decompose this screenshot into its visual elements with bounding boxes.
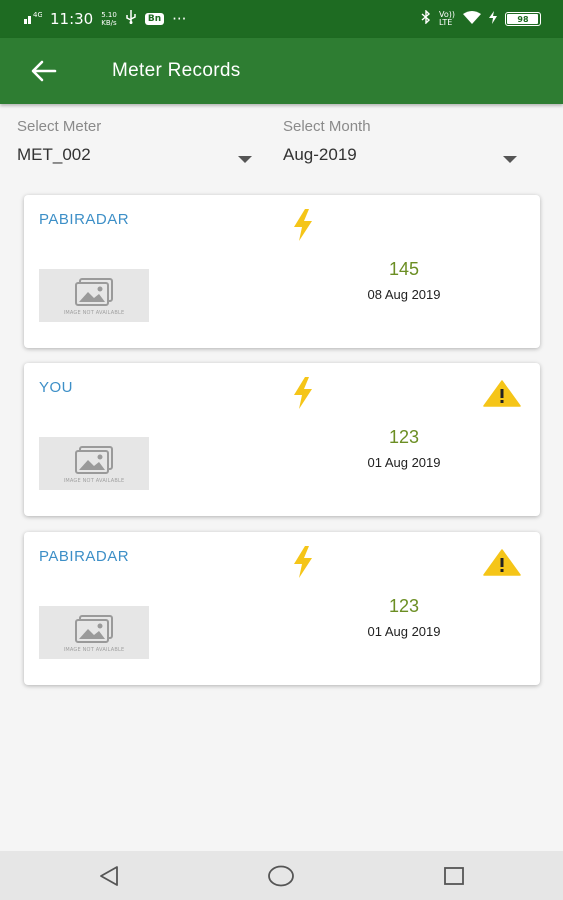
- status-left: 4G 11:30 5.10 KB/s Bn ···: [24, 10, 186, 28]
- volte-indicator: Vo)) LTE: [439, 11, 455, 27]
- net-speed-unit: KB/s: [101, 19, 117, 27]
- net-speed: 5.10 KB/s: [101, 11, 117, 27]
- back-button[interactable]: [22, 49, 66, 93]
- signal-hd-icon: 4G: [24, 10, 43, 28]
- net-speed-value: 5.10: [101, 11, 117, 19]
- meter-select-label: Select Meter: [17, 118, 102, 135]
- nav-recents-button[interactable]: [439, 863, 469, 889]
- record-name: PABIRADAR: [39, 548, 130, 565]
- page-title: Meter Records: [112, 60, 241, 81]
- image-placeholder: IMAGE NOT AVAILABLE: [39, 269, 149, 322]
- nav-home-button[interactable]: [266, 863, 296, 889]
- month-select-value: Aug-2019: [283, 145, 357, 164]
- chevron-down-icon: [238, 156, 252, 163]
- month-select-label: Select Month: [283, 118, 371, 135]
- more-dots: ···: [172, 10, 187, 28]
- reading-date: 01 Aug 2019: [367, 624, 441, 639]
- record-card[interactable]: PABIRADAR IMAGE NOT AVAILABLE 123 01 Aug…: [24, 532, 540, 685]
- lightning-icon: [294, 546, 312, 578]
- reading-date: 08 Aug 2019: [367, 287, 441, 302]
- meter-select[interactable]: Select Meter MET_002: [17, 118, 252, 178]
- svg-text:4G: 4G: [33, 11, 42, 19]
- warning-icon: [483, 549, 521, 576]
- record-card[interactable]: PABIRADAR IMAGE NOT AVAILABLE 145 08 Aug…: [24, 195, 540, 348]
- nav-back-button[interactable]: [94, 863, 124, 889]
- warning-icon: [483, 380, 521, 407]
- meter-reading: 123: [388, 596, 420, 616]
- image-icon: [75, 446, 113, 474]
- circle-home-icon: [268, 865, 294, 887]
- image-placeholder-text: IMAGE NOT AVAILABLE: [63, 310, 125, 316]
- meter-reading: 145: [388, 259, 420, 279]
- battery-icon: 98: [505, 12, 541, 26]
- image-placeholder-text: IMAGE NOT AVAILABLE: [63, 647, 125, 653]
- meter-select-value: MET_002: [17, 145, 91, 164]
- bluetooth-icon: [421, 9, 431, 28]
- lightning-icon: [294, 209, 312, 241]
- battery-level: 98: [517, 14, 529, 24]
- wifi-icon: [463, 10, 481, 28]
- image-icon: [75, 278, 113, 306]
- charging-icon: [489, 10, 497, 28]
- status-bar: 4G 11:30 5.10 KB/s Bn ··· Vo)) LTE 98: [0, 0, 563, 38]
- clock: 11:30: [50, 10, 94, 28]
- square-recents-icon: [444, 867, 464, 885]
- image-placeholder: IMAGE NOT AVAILABLE: [39, 437, 149, 490]
- record-name: YOU: [39, 379, 74, 396]
- lightning-icon: [294, 377, 312, 409]
- usb-icon: [125, 10, 137, 28]
- app-bar: Meter Records: [0, 38, 563, 104]
- notification-badge: Bn: [144, 13, 165, 25]
- image-placeholder-text: IMAGE NOT AVAILABLE: [63, 478, 125, 484]
- meter-reading: 123: [388, 427, 420, 447]
- filter-bar: Select Meter MET_002 Select Month Aug-20…: [0, 118, 563, 178]
- volte-bottom: LTE: [439, 18, 453, 27]
- chevron-down-icon: [503, 156, 517, 163]
- image-icon: [75, 615, 113, 643]
- month-select[interactable]: Select Month Aug-2019: [283, 118, 517, 178]
- record-name: PABIRADAR: [39, 211, 130, 228]
- image-placeholder: IMAGE NOT AVAILABLE: [39, 606, 149, 659]
- reading-date: 01 Aug 2019: [367, 455, 441, 470]
- record-card[interactable]: YOU IMAGE NOT AVAILABLE 123 01 Aug 2019: [24, 363, 540, 516]
- system-nav-bar: [0, 851, 563, 900]
- triangle-back-icon: [100, 866, 118, 886]
- arrow-left-icon: [31, 60, 57, 82]
- status-right: Vo)) LTE 98: [421, 9, 541, 28]
